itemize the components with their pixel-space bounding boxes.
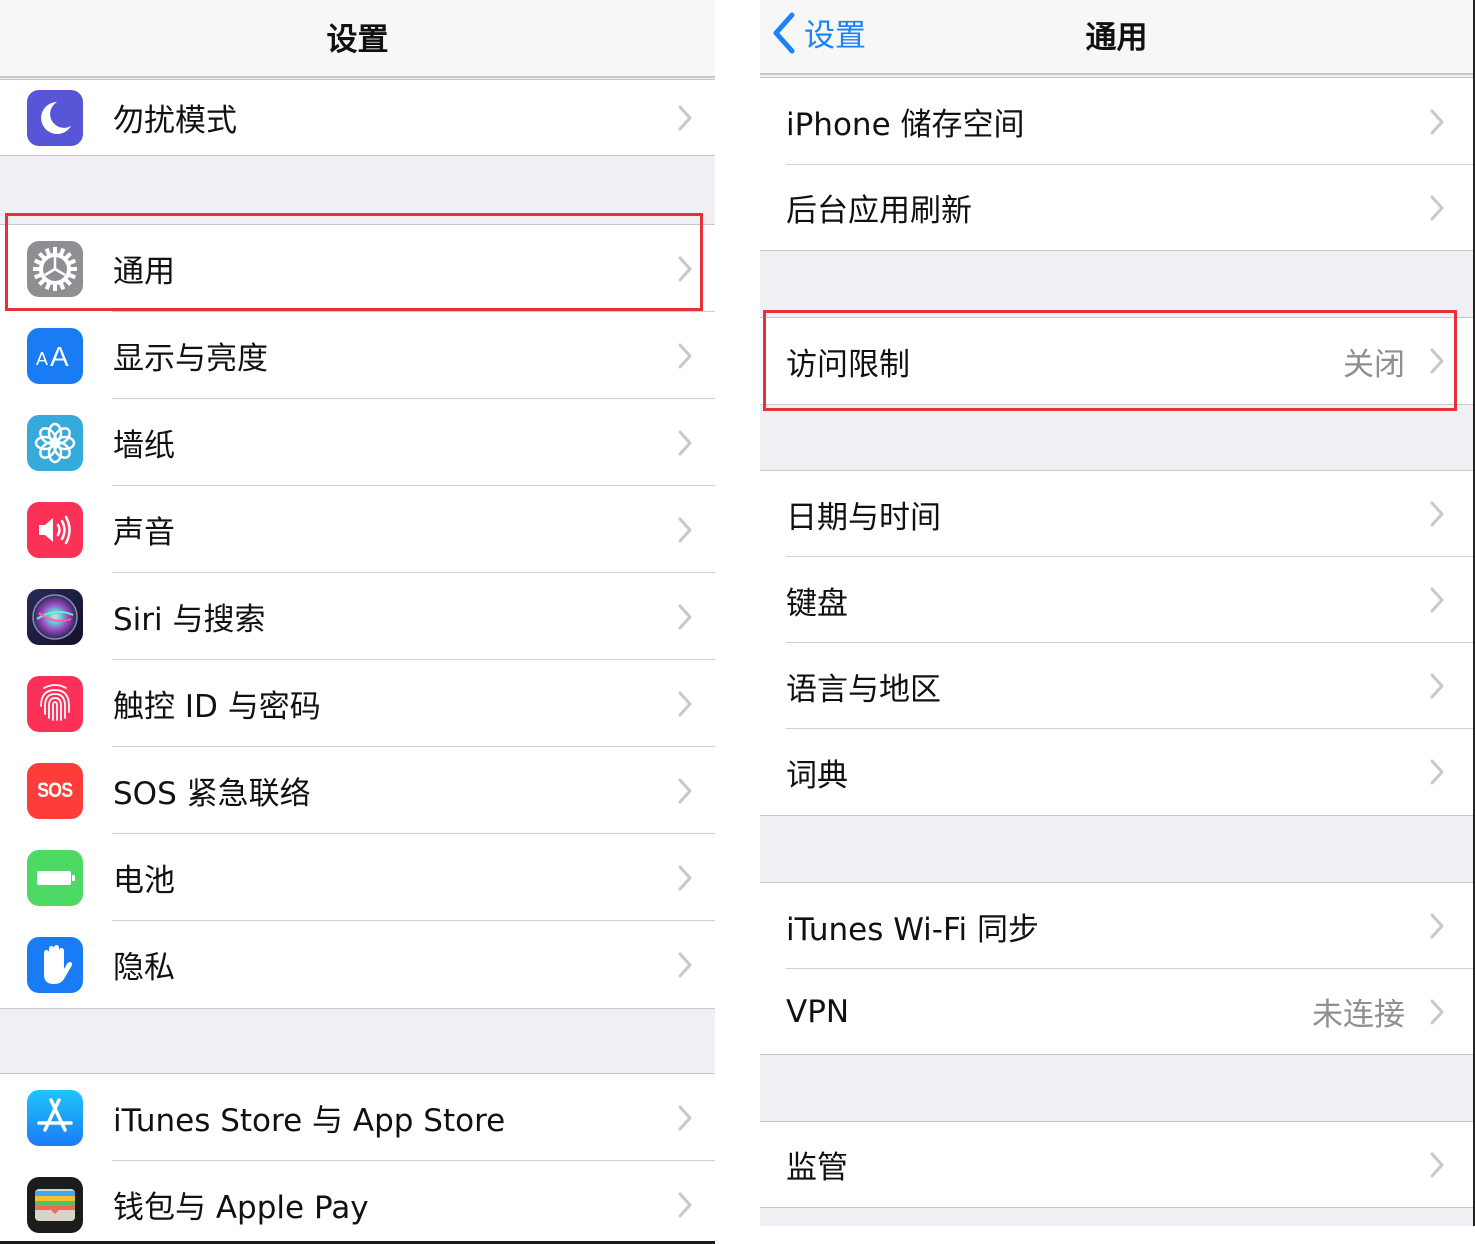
vpn-status: 未连接	[1312, 997, 1405, 1033]
chevron-right-icon	[1430, 999, 1444, 1024]
general-item-supervision[interactable]: 监管	[760, 1122, 1473, 1207]
chevron-right-icon	[678, 105, 692, 130]
restrictions-status: 关闭	[1343, 346, 1405, 383]
general-item-label: iTunes Wi-Fi 同步	[786, 911, 1040, 948]
gear-icon	[27, 240, 83, 297]
settings-item-label: 显示与亮度	[113, 341, 268, 377]
chevron-right-icon	[1430, 195, 1444, 220]
general-item-date-time[interactable]: 日期与时间	[760, 471, 1473, 557]
chevron-right-icon	[678, 1192, 692, 1217]
settings-item-display-brightness[interactable]: AA 显示与亮度	[0, 312, 715, 399]
wallet-icon	[27, 1176, 83, 1233]
settings-item-emergency-sos[interactable]: SOS SOS 紧急联络	[0, 747, 715, 834]
sos-icon: SOS	[27, 762, 83, 819]
general-item-label: 后台应用刷新	[786, 193, 972, 229]
settings-item-privacy[interactable]: 隐私	[0, 921, 715, 1008]
page-title: 通用	[1085, 20, 1148, 56]
chevron-right-icon	[1430, 673, 1444, 699]
general-item-itunes-wifi-sync[interactable]: iTunes Wi-Fi 同步	[760, 883, 1473, 969]
chevron-right-icon	[678, 778, 692, 803]
general-group-1: iPhone 储存空间 后台应用刷新	[760, 77, 1473, 251]
settings-item-label: 电池	[113, 863, 175, 899]
chevron-right-icon	[678, 517, 692, 542]
page-title: 设置	[326, 22, 389, 58]
settings-item-touch-id-passcode[interactable]: 触控 ID 与密码	[0, 660, 715, 747]
general-group-5: 监管	[760, 1121, 1473, 1208]
svg-text:A: A	[36, 349, 48, 369]
settings-item-label: 墙纸	[113, 428, 175, 464]
chevron-right-icon	[678, 1105, 692, 1130]
general-item-iphone-storage[interactable]: iPhone 储存空间	[760, 78, 1473, 165]
general-group-4: iTunes Wi-Fi 同步 VPN 未连接	[760, 882, 1473, 1055]
general-item-label: 语言与地区	[786, 671, 941, 708]
text-size-icon: AA	[27, 327, 83, 384]
general-item-label: 日期与时间	[786, 499, 941, 536]
general-item-label: VPN	[786, 993, 850, 1030]
siri-icon	[27, 588, 83, 645]
chevron-right-icon	[678, 865, 692, 890]
flower-icon	[27, 414, 83, 471]
settings-item-do-not-disturb[interactable]: 勿扰模式	[0, 80, 715, 155]
speaker-icon	[27, 501, 83, 558]
settings-group-2: 通用 AA 显示与亮度 墙纸 声音 Siri 与搜索 触控 ID 与密码 SOS…	[0, 224, 715, 1009]
general-item-label: 键盘	[786, 585, 848, 622]
app-store-icon	[27, 1089, 83, 1146]
general-item-dictionary[interactable]: 词典	[760, 729, 1473, 815]
settings-item-wallet-apple-pay[interactable]: 钱包与 Apple Pay	[0, 1161, 715, 1241]
general-item-keyboard[interactable]: 键盘	[760, 557, 1473, 643]
general-item-label: 访问限制	[786, 346, 910, 383]
settings-item-general[interactable]: 通用	[0, 225, 715, 312]
chevron-right-icon	[1430, 759, 1444, 785]
chevron-right-icon	[678, 691, 692, 716]
settings-item-wallpaper[interactable]: 墙纸	[0, 399, 715, 486]
svg-text:A: A	[50, 341, 69, 372]
settings-item-label: 触控 ID 与密码	[113, 689, 321, 725]
chevron-right-icon	[1430, 501, 1444, 527]
battery-icon	[27, 849, 83, 906]
sos-icon-text: SOS	[37, 778, 73, 802]
moon-icon	[27, 89, 83, 146]
chevron-right-icon	[1430, 587, 1444, 613]
settings-item-sounds[interactable]: 声音	[0, 486, 715, 573]
chevron-right-icon	[678, 430, 692, 455]
navigation-bar: 设置 通用	[760, 0, 1473, 75]
settings-item-label: 通用	[113, 254, 175, 290]
general-item-restrictions[interactable]: 访问限制 关闭	[760, 318, 1473, 404]
settings-item-label: Siri 与搜索	[113, 602, 266, 638]
general-item-label: 监管	[786, 1150, 848, 1186]
general-screen: 设置 通用 iPhone 储存空间 后台应用刷新 访问限制 关闭 日期与时间 键…	[760, 0, 1475, 1226]
chevron-right-icon	[1430, 913, 1444, 939]
chevron-right-icon	[678, 604, 692, 629]
hand-icon	[27, 936, 83, 993]
settings-item-label: 钱包与 Apple Pay	[113, 1190, 369, 1226]
general-item-language-region[interactable]: 语言与地区	[760, 643, 1473, 729]
settings-item-label: 隐私	[113, 950, 175, 986]
navigation-bar: 设置	[0, 0, 715, 78]
settings-item-label: 声音	[113, 515, 175, 551]
chevron-right-icon	[678, 343, 692, 368]
settings-group-3: iTunes Store 与 App Store 钱包与 Apple Pay	[0, 1073, 715, 1241]
chevron-right-icon	[1430, 1152, 1444, 1177]
settings-screen: 设置 勿扰模式 通用 A A 显示与亮度 墙纸 声音 Siri 与搜索 触控 I…	[0, 0, 715, 1244]
general-item-vpn[interactable]: VPN 未连接	[760, 969, 1473, 1054]
settings-group-1: 勿扰模式	[0, 79, 715, 156]
general-item-label: 词典	[786, 757, 848, 794]
settings-item-label: iTunes Store 与 App Store	[113, 1103, 506, 1139]
general-group-3: 日期与时间 键盘 语言与地区 词典	[760, 470, 1473, 816]
general-item-label: iPhone 储存空间	[786, 107, 1025, 143]
chevron-right-icon	[678, 952, 692, 977]
settings-item-label: 勿扰模式	[113, 103, 237, 139]
settings-item-label: SOS 紧急联络	[113, 776, 311, 812]
settings-item-siri-search[interactable]: Siri 与搜索	[0, 573, 715, 660]
chevron-right-icon	[1430, 348, 1444, 374]
chevron-right-icon	[678, 256, 692, 281]
general-item-background-app-refresh[interactable]: 后台应用刷新	[760, 165, 1473, 250]
general-group-2: 访问限制 关闭	[760, 317, 1473, 405]
settings-item-itunes-app-store[interactable]: iTunes Store 与 App Store	[0, 1074, 715, 1161]
chevron-right-icon	[1430, 109, 1444, 134]
settings-item-battery[interactable]: 电池	[0, 834, 715, 921]
fingerprint-icon	[27, 675, 83, 732]
